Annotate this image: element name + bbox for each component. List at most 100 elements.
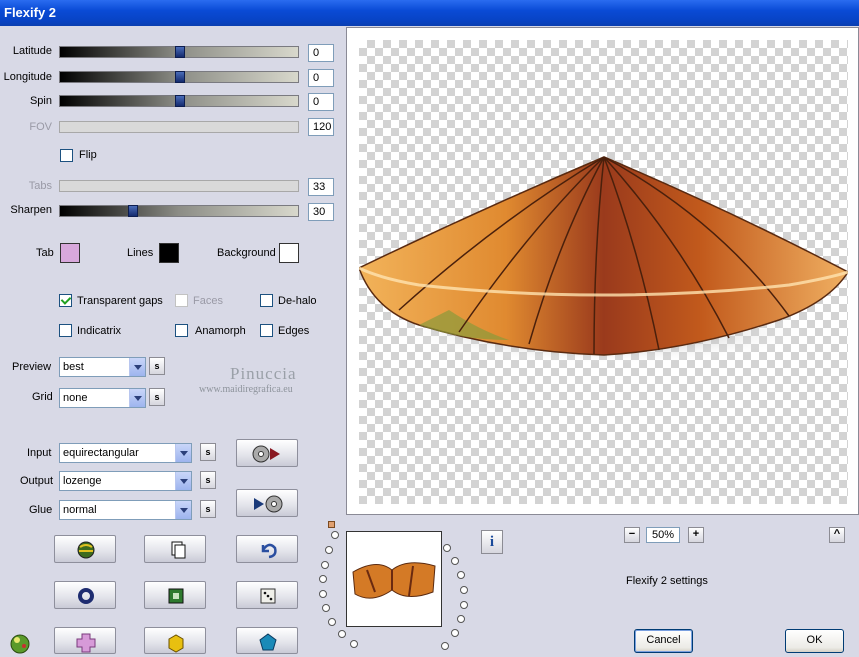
dice-button[interactable] xyxy=(236,581,298,609)
input-s-button[interactable]: s xyxy=(200,443,216,461)
output-select[interactable]: lozenge xyxy=(59,471,192,491)
output-s-button[interactable]: s xyxy=(200,471,216,489)
grid-select-value: none xyxy=(63,392,88,404)
edges-checkbox[interactable] xyxy=(260,324,273,337)
pentagon-icon xyxy=(259,633,277,651)
preview-image xyxy=(358,156,850,364)
output-label: Output xyxy=(20,475,54,487)
chevron-down-icon xyxy=(175,472,191,490)
navigator-dot[interactable] xyxy=(457,615,465,623)
navigator-dot[interactable] xyxy=(322,604,330,612)
navigator-dot[interactable] xyxy=(338,630,346,638)
settings-status: Flexify 2 settings xyxy=(626,575,708,587)
lines-color-swatch[interactable] xyxy=(159,243,179,263)
sharpen-slider-thumb[interactable] xyxy=(128,205,138,217)
anamorph-checkbox[interactable] xyxy=(175,324,188,337)
cancel-button[interactable]: Cancel xyxy=(634,629,693,653)
thumbnail-preview[interactable] xyxy=(346,531,442,627)
navigator-dot[interactable] xyxy=(441,642,449,650)
background-color-label: Background xyxy=(217,247,276,259)
info-button[interactable]: i xyxy=(481,530,503,554)
preview-select-value: best xyxy=(63,361,84,373)
indicatrix-checkbox[interactable] xyxy=(59,324,72,337)
chevron-down-icon xyxy=(175,444,191,462)
latitude-value[interactable]: 0 xyxy=(308,44,334,62)
ring-button[interactable] xyxy=(54,581,116,609)
load-input-button[interactable] xyxy=(236,439,298,467)
spin-slider-thumb[interactable] xyxy=(175,95,185,107)
sharpen-slider[interactable] xyxy=(59,205,299,217)
undo-button[interactable] xyxy=(236,535,298,563)
edges-label: Edges xyxy=(278,325,310,337)
expand-button[interactable]: ^ xyxy=(829,527,845,543)
lines-color-label: Lines xyxy=(127,247,154,259)
preview-panel xyxy=(346,27,859,515)
latitude-slider-thumb[interactable] xyxy=(175,46,185,58)
longitude-value[interactable]: 0 xyxy=(308,69,334,87)
navigator-dot[interactable] xyxy=(451,557,459,565)
de-halo-checkbox[interactable] xyxy=(260,294,273,307)
latitude-label: Latitude xyxy=(12,45,52,57)
navigator-dot[interactable] xyxy=(350,640,358,648)
grid-s-button[interactable]: s xyxy=(149,388,165,406)
navigator-dot[interactable] xyxy=(328,618,336,626)
fov-label: FOV xyxy=(29,121,52,133)
cross-icon xyxy=(76,633,96,653)
tabs-value[interactable]: 33 xyxy=(308,178,334,196)
pentagon-button[interactable] xyxy=(236,627,298,654)
flip-checkbox[interactable] xyxy=(60,149,73,162)
background-color-swatch[interactable] xyxy=(279,243,299,263)
glue-s-button[interactable]: s xyxy=(200,500,216,518)
navigator-dot[interactable] xyxy=(443,544,451,552)
grid-select[interactable]: none xyxy=(59,388,146,408)
cross-button[interactable] xyxy=(54,627,116,654)
latitude-slider[interactable] xyxy=(59,46,299,58)
longitude-label: Longitude xyxy=(3,71,52,83)
navigator-dot[interactable] xyxy=(460,586,468,594)
globe-icon xyxy=(77,541,95,559)
chevron-down-icon xyxy=(175,501,191,519)
grid-label: Grid xyxy=(32,391,53,403)
navigator-dot[interactable] xyxy=(321,561,329,569)
navigator-dot[interactable] xyxy=(457,571,465,579)
sharpen-value[interactable]: 30 xyxy=(308,203,334,221)
spin-value[interactable]: 0 xyxy=(308,93,334,111)
input-label: Input xyxy=(27,447,52,459)
spin-slider[interactable] xyxy=(59,95,299,107)
chevron-down-icon xyxy=(129,389,145,407)
plugin-logo-icon xyxy=(10,634,30,654)
play-disc-icon xyxy=(254,495,283,513)
preview-select[interactable]: best xyxy=(59,357,146,377)
frame-button[interactable] xyxy=(144,581,206,609)
cube-icon xyxy=(168,634,184,653)
input-select[interactable]: equirectangular xyxy=(59,443,192,463)
longitude-slider-thumb[interactable] xyxy=(175,71,185,83)
preview-s-button[interactable]: s xyxy=(149,357,165,375)
anamorph-label: Anamorph xyxy=(195,325,246,337)
navigator-dot[interactable] xyxy=(451,629,459,637)
fov-value[interactable]: 120 xyxy=(308,118,334,136)
navigator-marker[interactable] xyxy=(328,521,335,528)
tab-color-swatch[interactable] xyxy=(60,243,80,263)
cube-button[interactable] xyxy=(144,627,206,654)
navigator-dot[interactable] xyxy=(460,601,468,609)
glue-select[interactable]: normal xyxy=(59,500,192,520)
zoom-in-button[interactable]: + xyxy=(688,527,704,543)
navigator-dot[interactable] xyxy=(319,575,327,583)
preview-canvas xyxy=(358,40,850,504)
glue-select-value: normal xyxy=(63,504,97,516)
navigator-dot[interactable] xyxy=(331,531,339,539)
plugin-logo xyxy=(8,628,36,657)
dice-icon xyxy=(260,588,276,604)
preview-label: Preview xyxy=(12,361,52,373)
save-output-button[interactable] xyxy=(236,489,298,517)
ok-button[interactable]: OK xyxy=(785,629,844,653)
longitude-slider[interactable] xyxy=(59,71,299,83)
navigator-dot[interactable] xyxy=(325,546,333,554)
transparent-gaps-checkbox[interactable] xyxy=(59,294,72,307)
copy-button[interactable] xyxy=(144,535,206,563)
navigator-dot[interactable] xyxy=(319,590,327,598)
zoom-out-button[interactable]: − xyxy=(624,527,640,543)
window-title: Flexify 2 xyxy=(4,5,57,20)
randomize-button[interactable] xyxy=(54,535,116,563)
